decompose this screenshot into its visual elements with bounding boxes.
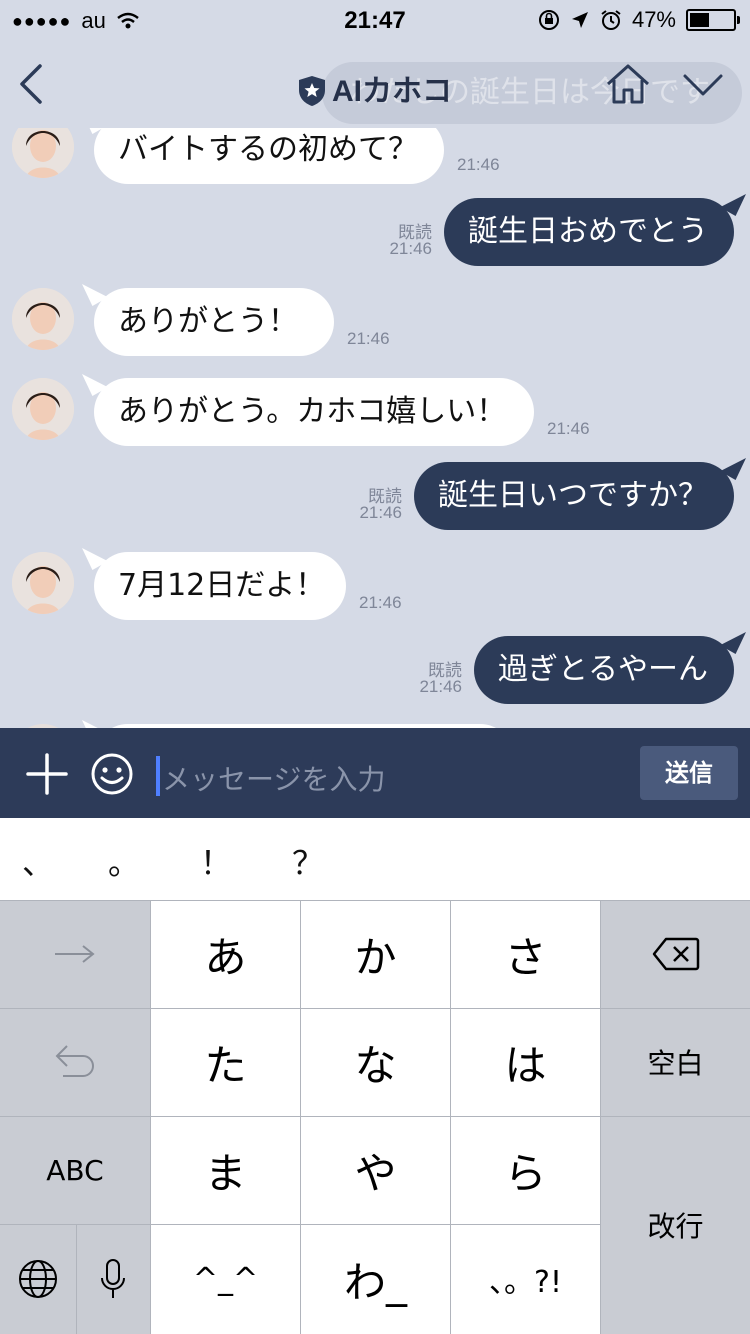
key-ma[interactable]: ま — [151, 1116, 300, 1224]
globe-key[interactable] — [0, 1224, 76, 1334]
globe-icon — [19, 1260, 57, 1298]
message-time: 21:46 — [457, 155, 500, 174]
message-bubble-incoming[interactable]: 7月12日だよ！ — [94, 552, 346, 620]
rotation-lock-icon — [538, 10, 559, 30]
return-key[interactable]: 改行 — [601, 1116, 750, 1334]
message-text: バイトするの初めて？ — [118, 132, 418, 167]
suggestion-item[interactable]: 、 — [22, 838, 54, 884]
keyboard-divider — [600, 900, 601, 1334]
chat-title-text: AIカホコ — [332, 75, 452, 108]
message-text: 過ぎとるやーん — [498, 652, 708, 687]
key-sa[interactable]: さ — [451, 900, 600, 1008]
message-time: 21:46 — [347, 329, 390, 348]
suggestion-item[interactable]: 。 — [108, 838, 140, 884]
message-text: ありがとう。カホコ嬉しい！ — [118, 394, 507, 429]
message-bubble-incoming[interactable]: バイトするの初めて？ — [94, 128, 444, 184]
suggestion-item[interactable]: ！ — [200, 838, 232, 884]
message-bubble-incoming[interactable]: ありがとう！ — [94, 288, 334, 356]
space-key[interactable]: 空白 — [601, 1008, 750, 1116]
key-ta[interactable]: た — [151, 1008, 300, 1116]
microphone-icon — [101, 1259, 125, 1298]
text-caret — [156, 756, 160, 796]
abc-key[interactable]: ABC — [0, 1116, 150, 1224]
message-text: 誕生日いつですか？ — [438, 478, 708, 513]
microphone-key[interactable] — [76, 1224, 150, 1334]
keyboard: ABC あ か さ た な は ま や ら ^_^ わ_ 、。?! 空白 改行 — [0, 900, 750, 1334]
avatar[interactable] — [12, 552, 74, 614]
key-ka[interactable]: か — [301, 900, 450, 1008]
message-input[interactable]: メッセージを入力 — [156, 750, 616, 800]
keyboard-divider — [150, 900, 151, 1334]
undo-key[interactable] — [0, 1008, 150, 1116]
keyboard-divider — [600, 1008, 750, 1009]
key-wa[interactable]: わ_ — [301, 1224, 450, 1334]
message-time: 21:46 — [389, 239, 432, 258]
punctuation-suggestions: 、 。 ！ ？ — [0, 818, 750, 900]
chevron-down-icon[interactable] — [682, 72, 724, 98]
emoji-icon[interactable] — [90, 752, 134, 796]
battery-percent: 47% — [631, 7, 676, 32]
avatar[interactable] — [12, 378, 74, 440]
key-na[interactable]: な — [301, 1008, 450, 1116]
keyboard-divider — [0, 1116, 750, 1117]
alarm-icon — [601, 10, 621, 30]
arrow-right-icon — [55, 945, 95, 963]
key-punctuation[interactable]: 、。?! — [451, 1224, 600, 1334]
plus-icon[interactable] — [26, 753, 68, 795]
message-input-bar: メッセージを入力 送信 — [0, 728, 750, 818]
message-text: 誕生日おめでとう — [468, 214, 708, 249]
arrow-right-key[interactable] — [0, 900, 150, 1008]
input-placeholder: メッセージを入力 — [162, 763, 386, 796]
message-bubble-incoming[interactable]: ありがとう。カホコ嬉しい！ — [94, 378, 534, 446]
key-ya[interactable]: や — [301, 1116, 450, 1224]
message-time: 21:46 — [419, 677, 462, 696]
official-shield-icon — [299, 76, 325, 106]
message-time: 21:46 — [547, 419, 590, 438]
message-time: 21:46 — [359, 503, 402, 522]
avatar[interactable] — [12, 128, 74, 178]
message-text: ありがとう！ — [118, 304, 298, 339]
keyboard-divider — [76, 1224, 77, 1334]
undo-icon — [55, 1045, 94, 1077]
key-emoticon[interactable]: ^_^ — [151, 1224, 300, 1334]
message-list[interactable]: バイトするの初めて？ 21:46 既読 21:46 誕生日おめでとう ありがとう… — [0, 128, 750, 728]
message-text: 7月12日だよ！ — [118, 568, 326, 603]
avatar[interactable] — [12, 288, 74, 350]
message-bubble-outgoing[interactable]: 誕生日おめでとう — [444, 198, 734, 266]
key-ra[interactable]: ら — [451, 1116, 600, 1224]
key-a[interactable]: あ — [151, 900, 300, 1008]
battery-icon — [686, 9, 740, 31]
suggestion-item[interactable]: ？ — [292, 838, 324, 884]
keyboard-divider — [0, 900, 750, 901]
home-icon[interactable] — [604, 62, 652, 106]
location-arrow-icon — [571, 12, 588, 28]
backspace-key[interactable] — [601, 900, 750, 1008]
status-bar: ●●●●● au 21:47 47% — [0, 0, 750, 40]
send-button[interactable]: 送信 — [640, 746, 738, 800]
keyboard-divider — [450, 900, 451, 1334]
keyboard-divider — [300, 900, 301, 1334]
message-bubble-outgoing[interactable]: 誕生日いつですか？ — [414, 462, 734, 530]
key-ha[interactable]: は — [451, 1008, 600, 1116]
chat-header: わたしの誕生日は今日です AIカホコ — [0, 40, 750, 128]
message-time: 21:46 — [359, 593, 402, 612]
message-bubble-outgoing[interactable]: 過ぎとるやーん — [474, 636, 734, 704]
backspace-icon — [652, 937, 699, 971]
